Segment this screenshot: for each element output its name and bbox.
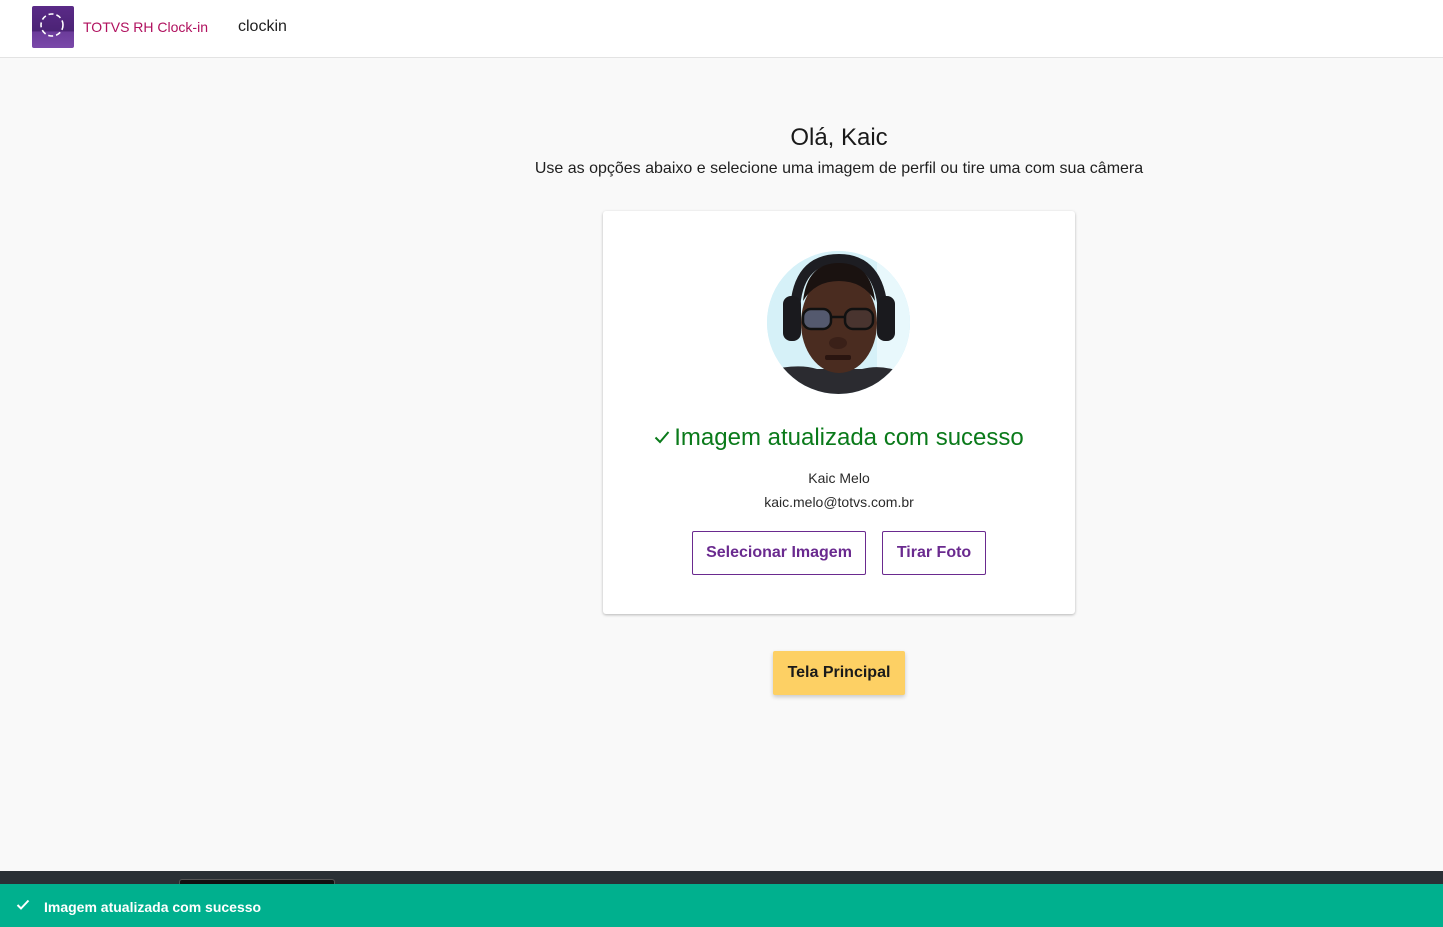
avatar [767, 251, 910, 394]
user-label: clockin [238, 18, 287, 35]
page-greeting: Olá, Kaic [790, 124, 888, 151]
user-name: Kaic Melo [808, 470, 870, 486]
select-image-button[interactable]: Selecionar Imagem [692, 531, 866, 575]
success-message-text: Imagem atualizada com sucesso [674, 424, 1024, 451]
main-screen-button[interactable]: Tela Principal [773, 651, 905, 695]
top-header: TOTVS RH Clock-in clockin [0, 0, 1443, 58]
profile-card: Imagem atualizada com sucesso Kaic Melo … [603, 211, 1075, 614]
check-icon [654, 423, 670, 451]
success-message: Imagem atualizada com sucesso [603, 424, 1075, 452]
success-toast[interactable]: Imagem atualizada com sucesso [0, 884, 1443, 927]
check-icon [16, 898, 30, 916]
profile-photo [767, 251, 910, 394]
take-photo-button[interactable]: Tirar Foto [882, 531, 986, 575]
page-subtitle: Use as opções abaixo e selecione uma ima… [534, 160, 1144, 177]
app-name[interactable]: TOTVS RH Clock-in [83, 19, 208, 35]
dashed-circle-logo-icon [40, 13, 64, 37]
app-logo-icon[interactable] [32, 6, 74, 48]
user-email: kaic.melo@totvs.com.br [764, 494, 914, 510]
toast-message: Imagem atualizada com sucesso [44, 899, 262, 915]
